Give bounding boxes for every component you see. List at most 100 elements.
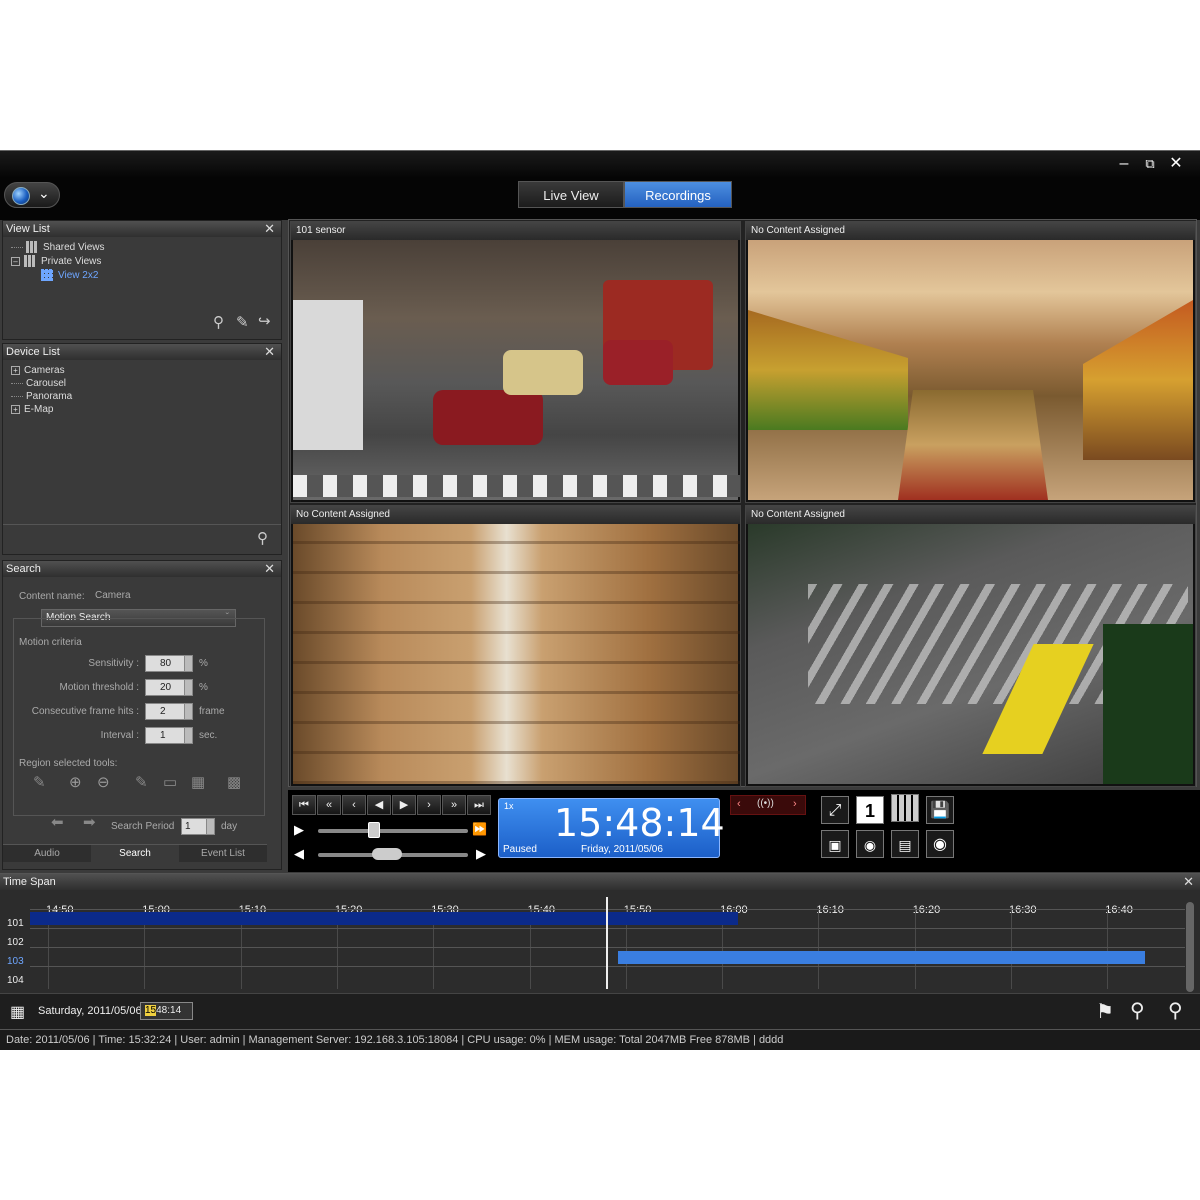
- play-icon[interactable]: ▶: [294, 822, 304, 838]
- collapse-icon[interactable]: –: [11, 256, 20, 266]
- zoom-out-icon[interactable]: ⚲: [1130, 998, 1145, 1023]
- stepper-arrows-icon[interactable]: [184, 680, 192, 695]
- expand-icon[interactable]: +: [11, 404, 20, 414]
- speed-slider[interactable]: [318, 829, 468, 833]
- export-video-icon[interactable]: ▤: [891, 830, 919, 858]
- threshold-stepper[interactable]: 20: [145, 679, 193, 696]
- stepper-arrows-icon[interactable]: [184, 656, 192, 671]
- timeline-grid[interactable]: [30, 897, 1185, 989]
- step-back-icon[interactable]: ‹: [342, 795, 366, 815]
- timeline-cursor[interactable]: [606, 897, 608, 989]
- tree-item-private-views[interactable]: – Private Views: [11, 255, 273, 269]
- snapshot-icon[interactable]: ◉: [926, 830, 954, 858]
- fast-rewind-icon[interactable]: «: [317, 795, 341, 815]
- stepper-arrows-icon[interactable]: [184, 728, 192, 743]
- tree-item-panorama[interactable]: Panorama: [11, 390, 273, 403]
- select-all-icon[interactable]: ▩: [227, 773, 241, 791]
- timeline-scrollbar[interactable]: [1186, 902, 1194, 992]
- content-name-label: Content name:: [19, 591, 85, 602]
- arrow-left-icon[interactable]: ⬅: [51, 813, 64, 831]
- time-span-header: Time Span ✕: [0, 874, 1200, 890]
- max-speed-icon[interactable]: ⏩: [472, 822, 487, 836]
- search-icon[interactable]: ⚲: [257, 529, 268, 547]
- tree-item-carousel[interactable]: Carousel: [11, 377, 273, 390]
- region-tools-label: Region selected tools:: [19, 758, 118, 769]
- fast-forward-icon[interactable]: »: [442, 795, 466, 815]
- search-period-stepper[interactable]: 1: [181, 818, 215, 835]
- step-forward-icon[interactable]: ›: [417, 795, 441, 815]
- broadcast-icon[interactable]: ((•)): [757, 798, 774, 809]
- arrow-right-icon[interactable]: ➡: [83, 813, 96, 831]
- search-icon[interactable]: ⚲: [213, 313, 224, 331]
- tree-item-emap[interactable]: + E-Map: [11, 403, 273, 416]
- skip-end-icon[interactable]: ⏭: [467, 795, 491, 815]
- tab-audio[interactable]: Audio: [3, 844, 91, 862]
- pencil-region-icon[interactable]: ✎: [33, 773, 46, 791]
- chevron-left-icon[interactable]: ‹: [737, 798, 741, 810]
- reverse-play-icon[interactable]: ◀: [367, 795, 391, 815]
- stepper-arrows-icon[interactable]: [184, 704, 192, 719]
- video-cell-2[interactable]: No Content Assigned: [745, 221, 1196, 503]
- export-icon[interactable]: ↪: [258, 312, 271, 330]
- expand-icon[interactable]: +: [11, 365, 20, 375]
- zoom-in-icon[interactable]: ⚲: [1168, 998, 1183, 1023]
- street-camera-image: [293, 240, 740, 500]
- fullscreen-icon[interactable]: ⤢: [821, 796, 849, 824]
- frame-hits-stepper[interactable]: 2: [145, 703, 193, 720]
- threshold-label: Motion threshold :: [59, 682, 140, 693]
- record-clip-icon[interactable]: ◉: [856, 830, 884, 858]
- add-region-icon[interactable]: ⊕: [69, 773, 82, 791]
- search-period-unit: day: [221, 821, 238, 832]
- close-icon[interactable]: ✕: [264, 344, 275, 360]
- play-icon[interactable]: ▶: [392, 795, 416, 815]
- grid-select-icon[interactable]: ▦: [191, 773, 205, 791]
- chevron-right-icon[interactable]: ›: [793, 798, 797, 810]
- speed-slider-thumb[interactable]: [368, 822, 380, 838]
- reverse-icon[interactable]: ◀: [294, 846, 304, 862]
- tab-live-view[interactable]: Live View: [518, 181, 624, 208]
- timeline-gridline: [1011, 909, 1012, 989]
- close-icon[interactable]: ✕: [264, 221, 275, 237]
- rectangle-icon[interactable]: ▭: [163, 773, 177, 791]
- draw-icon[interactable]: ✎: [135, 773, 148, 791]
- tree-item-shared-views[interactable]: Shared Views: [11, 241, 273, 255]
- tab-event-list[interactable]: Event List: [179, 844, 267, 862]
- video-cell-4[interactable]: No Content Assigned: [745, 505, 1196, 787]
- restore-icon[interactable]: ⧉: [1140, 155, 1160, 173]
- tab-search[interactable]: Search: [91, 844, 179, 862]
- calendar-icon[interactable]: ▦: [10, 1002, 25, 1022]
- jog-slider-thumb[interactable]: [372, 848, 402, 860]
- warehouse-camera-image: [293, 524, 740, 784]
- skip-start-icon[interactable]: ⏮: [292, 795, 316, 815]
- tab-recordings[interactable]: Recordings: [624, 181, 732, 208]
- stepper-arrows-icon[interactable]: [206, 819, 214, 834]
- search-period-value: 1: [185, 821, 191, 832]
- video-grid: 101 sensor No Content Assigned No Conten…: [288, 219, 1197, 787]
- film-icon[interactable]: ▣: [821, 830, 849, 858]
- frame-hits-unit: frame: [199, 706, 225, 717]
- multi-view-icon[interactable]: [891, 794, 919, 822]
- flag-icon[interactable]: ⚑: [1096, 999, 1114, 1024]
- tree-item-cameras[interactable]: + Cameras: [11, 364, 273, 377]
- tree-item-label: Cameras: [24, 365, 65, 376]
- single-view-icon[interactable]: 1: [856, 796, 884, 824]
- save-icon[interactable]: 💾: [926, 796, 954, 824]
- edit-icon[interactable]: ✎: [236, 313, 249, 331]
- recording-segment-103[interactable]: [618, 951, 1145, 964]
- video-cell-3[interactable]: No Content Assigned: [290, 505, 741, 787]
- time-input[interactable]: 1548:14: [140, 1002, 193, 1020]
- sensitivity-stepper[interactable]: 80: [145, 655, 193, 672]
- sensitivity-unit: %: [199, 658, 208, 669]
- main-menu-button[interactable]: ⌄: [4, 182, 60, 208]
- forward-icon[interactable]: ▶: [476, 846, 486, 862]
- video-cell-101[interactable]: 101 sensor: [290, 221, 741, 503]
- close-icon[interactable]: ✕: [1183, 874, 1194, 890]
- recording-segment-101[interactable]: [30, 912, 738, 925]
- remove-region-icon[interactable]: ⊖: [97, 773, 110, 791]
- minimize-icon[interactable]: –: [1114, 155, 1134, 173]
- close-icon[interactable]: ✕: [1166, 155, 1186, 173]
- tree-item-view-2x2[interactable]: View 2x2: [11, 269, 273, 283]
- playback-date: Friday, 2011/05/06: [581, 844, 663, 855]
- interval-stepper[interactable]: 1: [145, 727, 193, 744]
- close-icon[interactable]: ✕: [264, 561, 275, 577]
